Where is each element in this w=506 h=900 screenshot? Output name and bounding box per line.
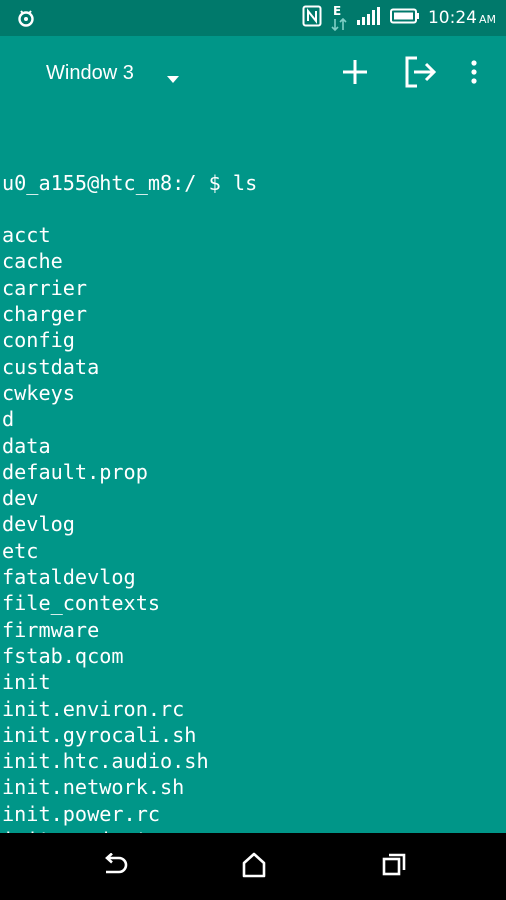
terminal-line: init.gyrocali.sh bbox=[2, 722, 197, 747]
terminal-prompt: u0_a155@htc_m8:/ $ ls bbox=[2, 170, 258, 195]
edge-data-icon: E bbox=[330, 4, 348, 32]
terminal-output[interactable]: u0_a155@htc_m8:/ $ ls acct cache carrier ch… bbox=[2, 117, 506, 833]
clock: 10:24 AM bbox=[428, 8, 496, 28]
back-button[interactable] bbox=[99, 852, 129, 881]
status-bar: E 10:24 AM bbox=[0, 0, 506, 36]
terminal-line: cache bbox=[2, 249, 63, 274]
terminal-line: init.htc.audio.sh bbox=[2, 749, 209, 774]
terminal-line: init.environ.rc bbox=[2, 696, 185, 721]
overflow-menu-icon bbox=[470, 59, 478, 89]
add-icon bbox=[341, 58, 369, 90]
terminal-line: fataldevlog bbox=[2, 565, 136, 590]
terminal-line: init.network.sh bbox=[2, 775, 185, 800]
battery-icon bbox=[389, 8, 420, 28]
clock-ampm: AM bbox=[478, 13, 496, 26]
terminal-line: init.power.rc bbox=[2, 801, 161, 826]
terminal-line: default.prop bbox=[2, 459, 148, 484]
terminal-line: data bbox=[2, 433, 51, 458]
add-window-button[interactable] bbox=[339, 58, 371, 90]
network-label: E bbox=[332, 4, 342, 18]
home-button[interactable] bbox=[239, 852, 269, 882]
exit-icon bbox=[403, 55, 437, 93]
terminal-line: firmware bbox=[2, 617, 100, 642]
clock-time: 10:24 bbox=[427, 8, 477, 28]
signal-icon bbox=[356, 6, 382, 30]
android-debug-icon bbox=[16, 8, 36, 28]
terminal-line: custdata bbox=[2, 354, 100, 379]
terminal-line: devlog bbox=[2, 512, 75, 537]
app-bar: Window 3 bbox=[0, 36, 506, 114]
terminal-line: d bbox=[2, 407, 15, 432]
window-selector[interactable]: Window 3 bbox=[46, 62, 134, 85]
terminal-line: dev bbox=[2, 486, 39, 511]
terminal-line: fstab.qcom bbox=[2, 643, 124, 668]
navigation-bar bbox=[0, 833, 506, 900]
back-icon bbox=[100, 852, 128, 881]
recents-button[interactable] bbox=[379, 853, 409, 881]
status-icons: E 10:24 AM bbox=[302, 0, 496, 36]
dropdown-arrow-icon[interactable] bbox=[166, 70, 180, 83]
terminal-line: acct bbox=[2, 223, 51, 248]
terminal-line: carrier bbox=[2, 275, 88, 300]
terminal-line: charger bbox=[2, 302, 88, 327]
terminal-line: config bbox=[2, 328, 75, 353]
terminal-line: etc bbox=[2, 538, 39, 563]
close-window-button[interactable] bbox=[403, 55, 437, 93]
terminal-line: init bbox=[2, 670, 51, 695]
home-icon bbox=[241, 852, 267, 882]
terminal-line: file_contexts bbox=[2, 591, 161, 616]
recents-icon bbox=[381, 852, 407, 882]
overflow-menu-button[interactable] bbox=[458, 58, 490, 90]
nfc-icon bbox=[302, 5, 322, 31]
terminal-line: cwkeys bbox=[2, 380, 75, 405]
